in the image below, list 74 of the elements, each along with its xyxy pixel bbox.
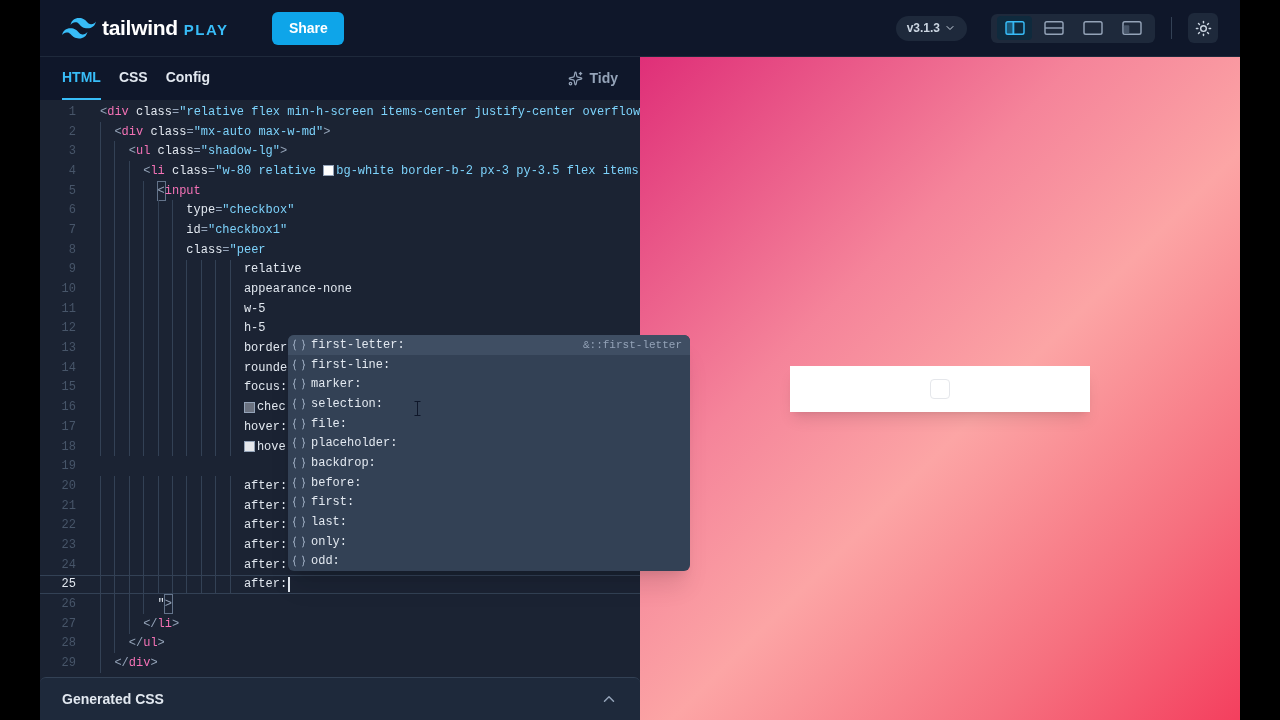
suggestion-item[interactable]: backdrop:	[288, 453, 690, 473]
layout-icon	[1120, 19, 1143, 37]
suggestion-item[interactable]: last:	[288, 512, 690, 532]
braces-icon	[292, 437, 306, 450]
suggestion-item[interactable]: only:	[288, 531, 690, 552]
logo-icon	[62, 17, 96, 39]
suggestion-item[interactable]: first:	[288, 492, 690, 513]
editor-tab[interactable]: CSS	[118, 57, 148, 100]
suggestion-item[interactable]: file:	[288, 413, 690, 434]
code-line: <div class="relative flex min-h-screen items-center justify-center overflow	[100, 103, 640, 121]
code-line: hove	[243, 436, 286, 457]
code-line: w-5	[243, 300, 266, 318]
code-line: appearance-none	[243, 281, 352, 299]
code-line: type="checkbox"	[186, 202, 295, 220]
code-line: <li class="w-80 relative bg-white border-b-2 px-3 py-3.5 flex items	[143, 162, 639, 180]
sun-icon	[1194, 19, 1212, 37]
braces-icon	[292, 358, 306, 371]
logo-text: tailwind	[102, 15, 178, 42]
code-line: hover:	[243, 418, 288, 436]
code-line: after:	[243, 497, 288, 515]
code-line: </ul>	[128, 635, 165, 653]
code-line: rounde	[243, 359, 288, 377]
code-line: <div class="mx-auto max-w-md">	[114, 123, 331, 141]
code-line: after:	[243, 517, 288, 535]
braces-icon	[292, 555, 306, 568]
tidy-button[interactable]: Tidy	[568, 57, 618, 100]
braces-icon	[292, 476, 306, 489]
layout-toggle[interactable]	[997, 16, 1032, 40]
suggestion-item[interactable]: first-letter: &::first-letter	[288, 335, 690, 355]
layout-icon	[1081, 19, 1104, 37]
braces-icon	[292, 516, 306, 529]
logo-suffix: PLAY	[183, 19, 229, 40]
code-line: after:	[243, 536, 288, 554]
code-line: after:	[243, 477, 288, 495]
code-line: after:	[243, 575, 290, 594]
sparkles-icon	[568, 71, 584, 86]
suggestion-item[interactable]: before:	[288, 472, 690, 493]
code-line: border	[243, 340, 288, 358]
braces-icon	[292, 535, 306, 548]
suggestion-item[interactable]: first-line:	[288, 354, 690, 375]
checkbox[interactable]	[930, 378, 950, 399]
suggestion-detail: &::first-letter	[582, 337, 682, 353]
layout-icon	[1003, 19, 1026, 37]
editor-tab[interactable]: Config	[165, 57, 210, 100]
panel-title: Generated CSS	[62, 689, 164, 709]
code-line: <input	[157, 180, 201, 201]
code-line: class="peer	[186, 241, 266, 259]
editor-tab[interactable]: HTML	[62, 57, 101, 100]
braces-icon	[292, 456, 306, 469]
code-line: ">	[157, 594, 172, 614]
suggestion-item[interactable]: odd:	[288, 551, 690, 572]
braces-icon	[292, 397, 306, 410]
line-number: 25	[60, 576, 76, 594]
code-line: <ul class="shadow-lg">	[128, 143, 288, 161]
code-line: h-5	[243, 320, 266, 338]
braces-icon	[292, 496, 306, 509]
code-line: relative	[243, 261, 302, 279]
code-line: </li>	[143, 615, 180, 633]
code-line: focus:	[243, 379, 288, 397]
suggestion-item[interactable]: selection:	[288, 394, 690, 414]
suggestion-item[interactable]: marker:	[288, 374, 690, 395]
code-line: chec	[243, 397, 286, 417]
text-cursor-icon	[414, 401, 421, 416]
braces-icon	[292, 338, 306, 351]
theme-toggle-button[interactable]	[1188, 13, 1218, 43]
code-line: </div>	[114, 655, 158, 673]
layout-icon	[1042, 19, 1065, 37]
braces-icon	[292, 378, 306, 391]
code-line: after:	[243, 556, 288, 574]
code-line: id="checkbox1"	[186, 221, 288, 239]
version-select[interactable]: v3.1.3	[895, 15, 967, 41]
generated-css-panel[interactable]: Generated CSS	[40, 677, 640, 720]
suggestion-item[interactable]: placeholder:	[288, 433, 690, 454]
braces-icon	[292, 417, 306, 430]
